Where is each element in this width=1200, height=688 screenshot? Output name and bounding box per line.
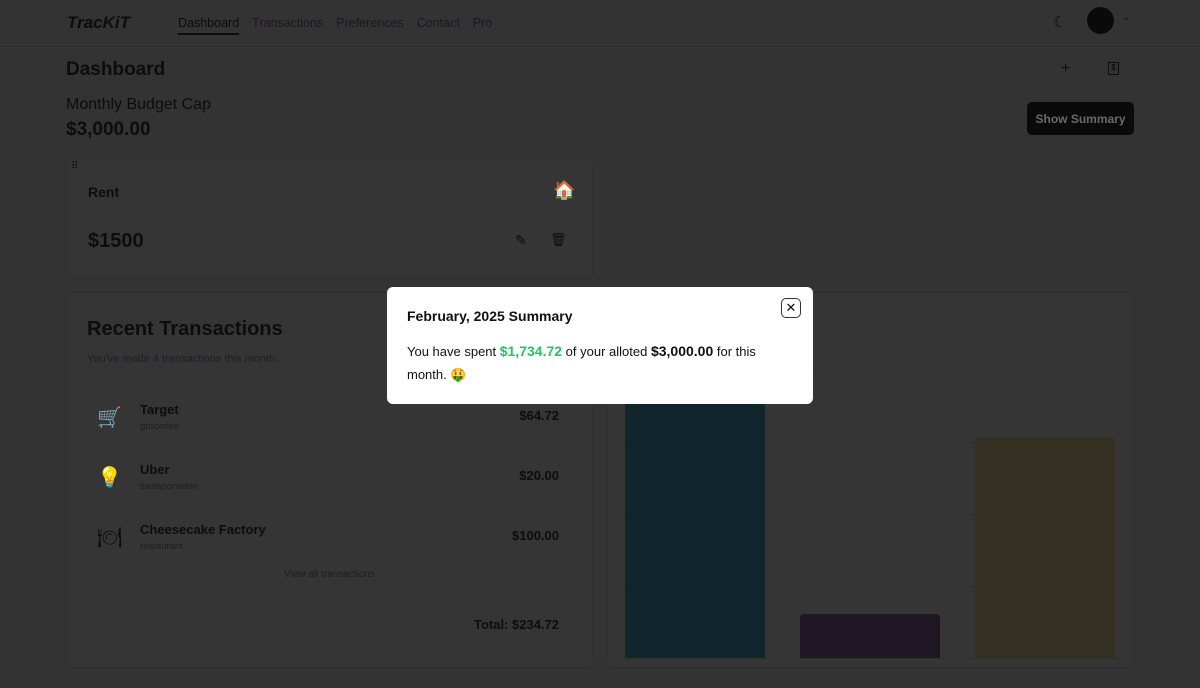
cart-icon: 🛒	[97, 407, 122, 429]
nav-pro[interactable]: Pro	[473, 16, 492, 35]
logo[interactable]: TracKiT	[67, 13, 130, 33]
transactions-total: Total: $234.72	[473, 617, 559, 632]
rent-title: Rent	[88, 184, 120, 200]
recent-title: Recent Transactions	[87, 318, 283, 340]
allotted-amount: $3,000.00	[650, 343, 714, 359]
nav-dashboard[interactable]: Dashboard	[178, 16, 240, 35]
close-icon[interactable]: ✕	[781, 298, 801, 318]
spent-amount: $1,734.72	[499, 343, 563, 359]
money-face-emoji: 🤑	[450, 367, 467, 382]
lightbulb-icon: 💡	[97, 467, 122, 489]
rent-card: ⠿ Rent 🏠 $1500 ✎ 🗑	[66, 157, 593, 278]
transaction-amount: $64.72	[519, 408, 559, 423]
recent-subtitle: You've made 4 transactions this month.	[87, 353, 279, 365]
transaction-amount: $100.00	[512, 528, 559, 543]
budget-label: Monthly Budget Cap	[66, 96, 211, 113]
transaction-amount: $20.00	[519, 468, 559, 483]
moon-icon[interactable]: ☾	[1053, 13, 1066, 31]
receipt-icon[interactable]: $	[1108, 62, 1119, 75]
avatar[interactable]	[1087, 7, 1114, 34]
transaction-name: Cheesecake Factory	[140, 522, 266, 537]
top-nav: TracKiT Dashboard Transactions Preferenc…	[0, 0, 1200, 47]
modal-text: You have spent $1,734.72 of your alloted…	[407, 340, 787, 386]
drag-handle-icon[interactable]: ⠿	[71, 161, 78, 172]
budget-value: $3,000.00	[66, 119, 151, 140]
nav-links: Dashboard Transactions Preferences Conta…	[178, 16, 492, 35]
transaction-name: Target	[140, 402, 179, 417]
page-title: Dashboard	[66, 59, 166, 80]
gridline	[608, 658, 1132, 659]
transaction-row[interactable]: 💡 Uber transportation $20.00	[87, 462, 559, 505]
transaction-row[interactable]: 🛒 Target groceries $64.72	[87, 402, 559, 445]
nav-transactions[interactable]: Transactions	[252, 16, 323, 35]
summary-modal: February, 2025 Summary ✕ You have spent …	[387, 287, 813, 404]
view-all-label[interactable]: View all transactions	[284, 569, 375, 580]
transaction-name: Uber	[140, 462, 170, 477]
view-all-link[interactable]: View all transactions	[66, 569, 593, 580]
transaction-category: restaurant	[140, 541, 183, 552]
trash-icon[interactable]: 🗑	[550, 232, 567, 248]
add-icon[interactable]: +	[1061, 60, 1070, 78]
modal-title: February, 2025 Summary	[407, 308, 573, 324]
chart-bar	[800, 613, 940, 658]
chart-bar	[975, 437, 1115, 658]
nav-preferences[interactable]: Preferences	[336, 16, 403, 35]
chevron-down-icon[interactable]: ⌄	[1122, 12, 1130, 23]
plate-icon: 🍽	[97, 527, 123, 549]
transaction-row[interactable]: 🍽 Cheesecake Factory restaurant $100.00	[87, 522, 559, 565]
edit-icon[interactable]: ✎	[515, 232, 527, 249]
transaction-category: transportation	[140, 481, 199, 492]
nav-contact[interactable]: Contact	[417, 16, 460, 35]
house-icon: 🏠	[553, 180, 576, 200]
text: You have spent	[407, 344, 500, 359]
chart-bar	[625, 382, 765, 658]
text: of your alloted	[562, 344, 651, 359]
transaction-category: groceries	[140, 421, 180, 432]
show-summary-button[interactable]: Show Summary	[1027, 102, 1134, 135]
rent-amount: $1500	[88, 230, 144, 252]
